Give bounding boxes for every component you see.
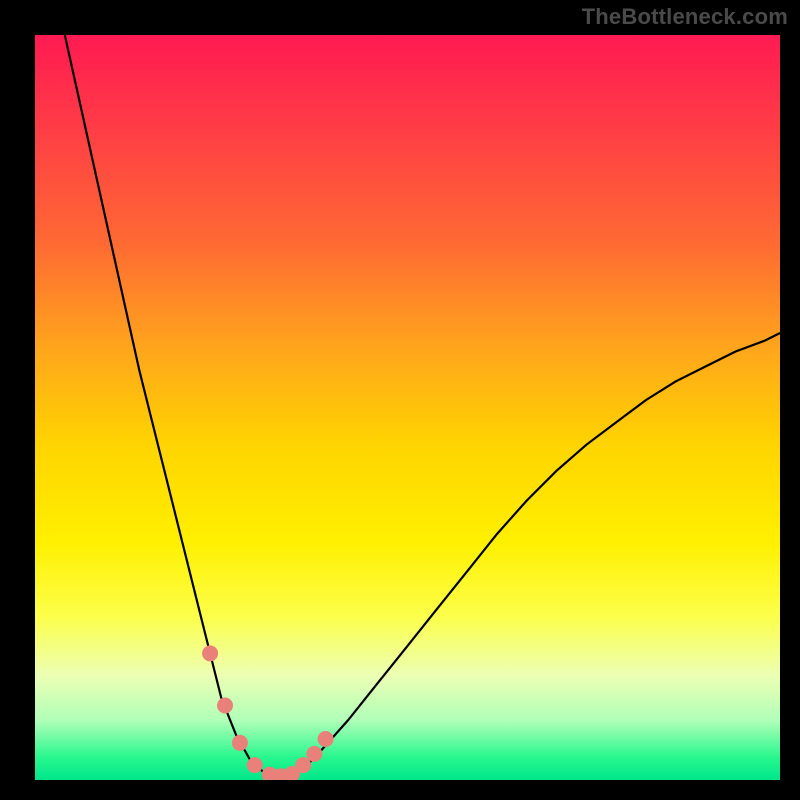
highlight-markers <box>202 645 334 780</box>
plot-area <box>35 35 780 780</box>
highlight-marker <box>247 757 263 773</box>
curve-layer <box>35 35 780 780</box>
bottleneck-curve <box>65 35 780 778</box>
highlight-marker <box>318 731 334 747</box>
chart-outer-frame: TheBottleneck.com <box>0 0 800 800</box>
highlight-marker <box>306 746 322 762</box>
highlight-marker <box>202 645 218 661</box>
highlight-marker <box>217 698 233 714</box>
watermark-text: TheBottleneck.com <box>582 4 788 30</box>
highlight-marker <box>232 735 248 751</box>
